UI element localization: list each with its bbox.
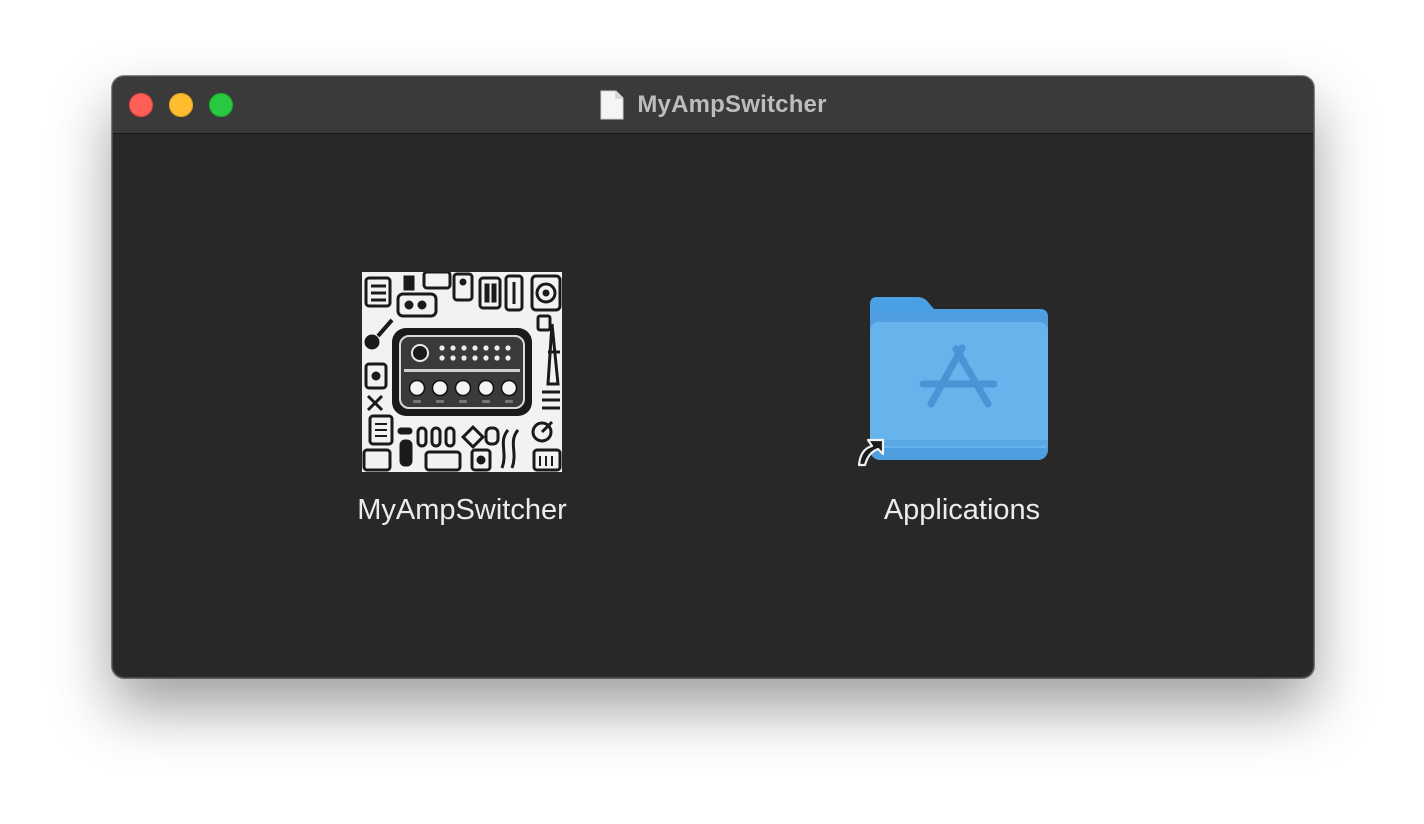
window-title-group: MyAmpSwitcher: [113, 77, 1313, 133]
document-icon: [600, 90, 624, 120]
alias-arrow-icon: [857, 438, 885, 467]
window-content: MyAmpSwitcher Applications: [113, 134, 1313, 677]
folder-icon: [870, 297, 1048, 460]
title-bar[interactable]: MyAmpSwitcher: [113, 77, 1313, 134]
applications-folder-icon[interactable]: [857, 272, 1062, 472]
amp-switcher-app-icon[interactable]: [362, 272, 562, 472]
app-item-label: MyAmpSwitcher: [357, 494, 567, 526]
applications-item[interactable]: Applications: [812, 272, 1112, 528]
finder-window: MyAmpSwitcher MyAmpSwitcher Applications: [112, 76, 1314, 678]
window-title: MyAmpSwitcher: [637, 91, 827, 118]
applications-item-label: Applications: [883, 494, 1041, 526]
app-item[interactable]: MyAmpSwitcher: [312, 272, 612, 528]
